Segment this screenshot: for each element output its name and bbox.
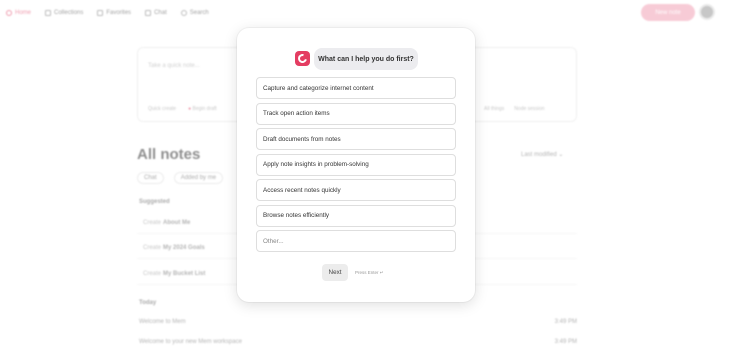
list-item[interactable]: Welcome to your new Mem workspace 3:49 PM — [137, 339, 577, 345]
page-title: All notes — [137, 146, 201, 163]
nav-home[interactable]: Home — [6, 10, 31, 16]
next-button[interactable]: Next — [322, 264, 348, 281]
chat-icon — [145, 10, 152, 16]
enter-hint: Press Enter ↵ — [355, 270, 384, 275]
option-button[interactable]: Access recent notes quickly — [256, 179, 456, 201]
composer-chips: Quick create ● Begin draft — [148, 106, 217, 112]
option-list: Capture and categorize internet content … — [256, 77, 456, 256]
suggested-label: Suggested — [139, 199, 170, 205]
nav-favorites-label: Favorites — [106, 10, 132, 16]
option-button[interactable]: Track open action items — [256, 102, 456, 125]
home-icon — [6, 10, 12, 16]
mem-logo-icon — [295, 51, 310, 66]
filter-bar: Chat Added by me — [137, 172, 224, 184]
composer-chip[interactable]: Quick create — [148, 106, 176, 112]
composer-chip[interactable]: All things — [484, 106, 504, 112]
composer-chips-right: All things Node session — [484, 106, 545, 112]
nav-favorites[interactable]: Favorites — [97, 10, 131, 16]
other-input[interactable]: Other... — [256, 230, 456, 252]
chevron-down-icon: ⌄ — [558, 152, 564, 158]
search-icon — [180, 10, 187, 16]
option-button[interactable]: Apply note insights in problem-solving — [256, 153, 456, 176]
option-button[interactable]: Browse notes efficiently — [256, 204, 456, 227]
filter-added-by-me[interactable]: Added by me — [173, 172, 224, 184]
new-note-button[interactable]: New note — [641, 4, 695, 21]
nav-search[interactable]: Search — [180, 10, 209, 16]
composer-chip[interactable]: Node session — [514, 106, 544, 112]
option-button[interactable]: Capture and categorize internet content — [256, 77, 456, 99]
nav-chat-label: Chat — [154, 10, 167, 16]
nav-chat[interactable]: Chat — [145, 10, 167, 16]
grid-icon — [97, 10, 104, 16]
onboarding-modal: What can I help you do first? Capture an… — [237, 28, 475, 302]
question-bubble: What can I help you do first? — [314, 48, 418, 70]
option-button[interactable]: Draft documents from notes — [256, 128, 456, 150]
list-item[interactable]: Welcome to Mem 3:49 PM — [137, 319, 577, 325]
composer-chip[interactable]: ● Begin draft — [188, 106, 217, 112]
top-nav: Home Collections Favorites Chat Search — [0, 0, 741, 26]
nav-collections[interactable]: Collections — [45, 10, 83, 16]
grid-icon — [45, 10, 52, 16]
nav-home-label: Home — [15, 10, 32, 16]
sort-dropdown[interactable]: Last modified ⌄ — [521, 151, 563, 158]
nav-search-label: Search — [189, 10, 209, 16]
nav-collections-label: Collections — [54, 10, 84, 16]
filter-chat[interactable]: Chat — [137, 172, 164, 184]
composer-placeholder: Take a quick note... — [148, 63, 200, 69]
avatar[interactable] — [699, 4, 715, 20]
today-label: Today — [139, 300, 157, 306]
